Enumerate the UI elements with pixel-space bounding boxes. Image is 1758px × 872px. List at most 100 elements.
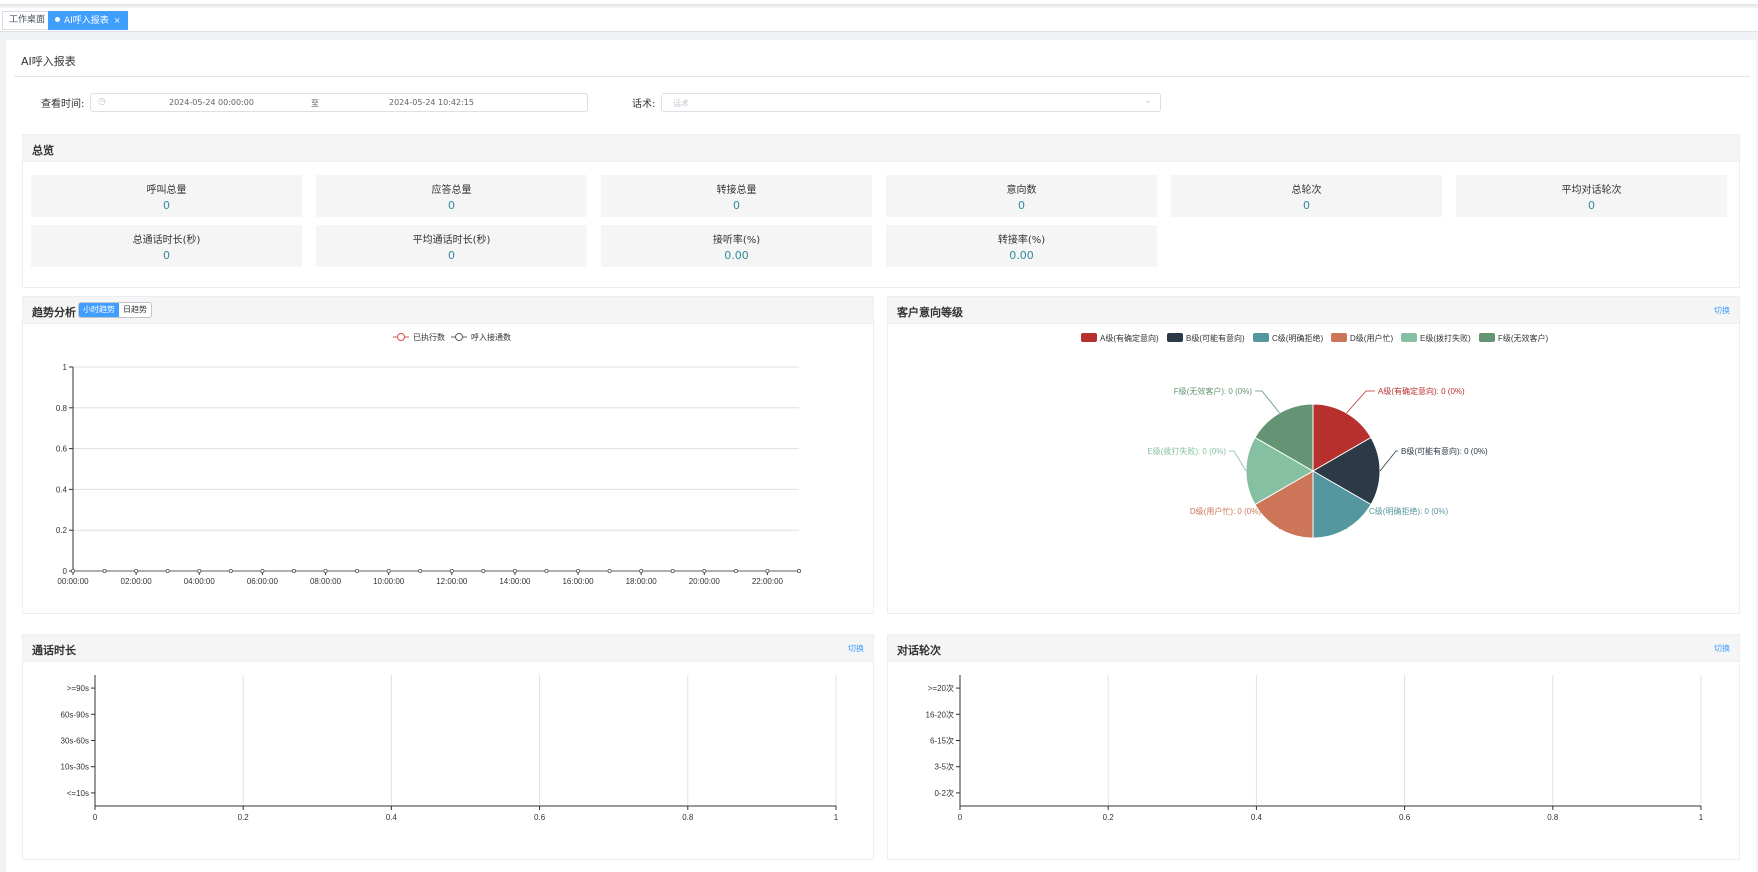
x-tick-label: 0.2 — [238, 813, 250, 822]
label-leader-line — [1255, 390, 1280, 414]
active-dot-icon — [55, 17, 60, 22]
label-leader-line — [1379, 450, 1398, 472]
y-tick-label: 1 — [63, 363, 68, 372]
slice-label: C级(明确拒绝): 0 (0%) — [1369, 506, 1448, 516]
stat-label: 平均通话时长(秒) — [412, 235, 491, 246]
data-point — [71, 568, 76, 573]
date-range-picker[interactable]: ◷ 2024-05-24 00:00:00 至 2024-05-24 10:42… — [90, 93, 588, 112]
data-point — [418, 568, 423, 573]
top-strip — [0, 0, 1758, 6]
data-point — [134, 568, 139, 573]
intent-switch-link[interactable]: 切换 — [1714, 305, 1730, 316]
slice-label: A级(有确定意向): 0 (0%) — [1378, 386, 1465, 396]
y-tick-label: 0.6 — [56, 445, 68, 454]
legend-label: F级(无效客户) — [1498, 333, 1549, 343]
stat-card: 平均通话时长(秒) 0 — [316, 225, 587, 267]
stat-card: 总轮次 0 — [1171, 175, 1442, 217]
legend-label: 呼入接通数 — [471, 332, 511, 342]
data-point — [733, 568, 738, 573]
x-tick-label: 0.6 — [534, 813, 546, 822]
legend-marker — [455, 333, 463, 341]
stat-label: 呼叫总量 — [146, 185, 187, 196]
legend-swatch — [1401, 333, 1417, 342]
data-point — [260, 568, 265, 573]
legend-label: 已执行数 — [413, 332, 445, 342]
x-tick-label: 02:00:00 — [121, 577, 153, 586]
y-tick-label: 6-15次 — [930, 736, 954, 746]
rounds-panel: 对话轮次 切换 0 0.2 0.4 0.6 0.8 1 0-2次 3-5次 6-15次 16-20… — [887, 634, 1740, 860]
stat-value: 0 — [448, 249, 455, 262]
script-select[interactable]: 话术 ⌄ — [661, 93, 1161, 112]
stat-card: 转接率(%) 0.00 — [886, 225, 1157, 267]
slice-label: F级(无效客户): 0 (0%) — [1174, 386, 1253, 396]
stat-value: 0 — [163, 199, 170, 212]
x-tick-label: 18:00:00 — [626, 577, 658, 586]
chevron-down-icon: ⌄ — [1144, 96, 1152, 106]
legend-label: C级(明确拒绝) — [1272, 333, 1323, 343]
tab-label: 工作桌面 — [9, 15, 46, 25]
panel-header: 趋势分析 小时趋势 日趋势 — [23, 297, 873, 324]
duration-title: 通话时长 — [32, 644, 76, 657]
start-date[interactable]: 2024-05-24 00:00:00 — [169, 98, 254, 107]
slice-label: E级(拨打失败): 0 (0%) — [1147, 446, 1226, 456]
y-tick-label: 30s-60s — [61, 737, 89, 746]
x-tick-label: 1 — [834, 813, 839, 822]
x-tick-label: 06:00:00 — [247, 577, 279, 586]
x-tick-label: 0.6 — [1399, 813, 1411, 822]
rounds-switch-link[interactable]: 切换 — [1714, 643, 1730, 654]
trend-title: 趋势分析 — [32, 306, 76, 319]
hour-trend-button[interactable]: 小时趋势 — [79, 303, 119, 317]
x-tick-label: 00:00:00 — [57, 577, 89, 586]
data-point — [386, 568, 391, 573]
slice-label: B级(可能有意向): 0 (0%) — [1401, 446, 1488, 456]
tab-workspace[interactable]: 工作桌面 — [2, 11, 53, 30]
day-trend-button[interactable]: 日趋势 — [119, 303, 151, 317]
x-tick-label: 12:00:00 — [436, 577, 468, 586]
duration-switch-link[interactable]: 切换 — [848, 643, 864, 654]
data-point — [797, 568, 802, 573]
y-tick-label: <=10s — [67, 789, 89, 798]
data-point — [165, 568, 170, 573]
tab-ai-report[interactable]: AI呼入报表 × — [48, 11, 128, 30]
x-tick-label: 20:00:00 — [689, 577, 721, 586]
data-point — [639, 568, 644, 573]
trend-toggle: 小时趋势 日趋势 — [78, 302, 152, 318]
stat-value: 0 — [1303, 199, 1310, 212]
duration-panel: 通话时长 切换 0 0.2 0.4 0.6 0.8 1 <=10s 10s-30s 30s-60… — [22, 634, 874, 860]
x-tick-label: 0.2 — [1103, 813, 1115, 822]
legend-label: A级(有确定意向) — [1100, 333, 1159, 343]
label-leader-line — [1229, 450, 1247, 472]
stat-label: 转接总量 — [716, 185, 757, 196]
stat-label: 总轮次 — [1291, 185, 1322, 196]
legend-label: D级(用户忙) — [1350, 333, 1393, 343]
legend-marker — [397, 333, 405, 341]
x-tick-label: 1 — [1699, 813, 1704, 822]
stat-card: 转接总量 0 — [601, 175, 872, 217]
end-date[interactable]: 2024-05-24 10:42:15 — [389, 98, 474, 107]
x-tick-label: 0.4 — [1251, 813, 1263, 822]
stat-value: 0 — [163, 249, 170, 262]
x-tick-label: 10:00:00 — [373, 577, 405, 586]
close-icon[interactable]: × — [114, 16, 121, 25]
data-point — [765, 568, 770, 573]
script-label: 话术: — [632, 99, 656, 110]
stat-label: 应答总量 — [431, 185, 472, 196]
tab-label: AI呼入报表 — [64, 16, 109, 26]
time-label: 查看时间: — [41, 99, 85, 110]
data-point — [449, 568, 454, 573]
intent-pie-chart: A级(有确定意向) B级(可能有意向) C级(明确拒绝) D级(用户忙) E级(拨打失败… — [1081, 333, 1549, 539]
intent-title: 客户意向等级 — [897, 306, 963, 319]
data-point — [576, 568, 581, 573]
x-tick-label: 16:00:00 — [562, 577, 594, 586]
y-tick-label: 0.8 — [56, 404, 68, 413]
overview-title: 总览 — [32, 144, 54, 157]
stat-card: 平均对话轮次 0 — [1456, 175, 1727, 217]
stat-value: 0.00 — [724, 249, 749, 262]
x-tick-label: 14:00:00 — [499, 577, 531, 586]
y-tick-label: >=90s — [67, 684, 89, 693]
y-tick-label: 0 — [63, 567, 68, 576]
x-tick-label: 04:00:00 — [184, 577, 216, 586]
stat-label: 总通话时长(秒) — [132, 235, 201, 246]
legend-swatch — [1479, 333, 1495, 342]
y-tick-label: 0.2 — [56, 526, 68, 535]
